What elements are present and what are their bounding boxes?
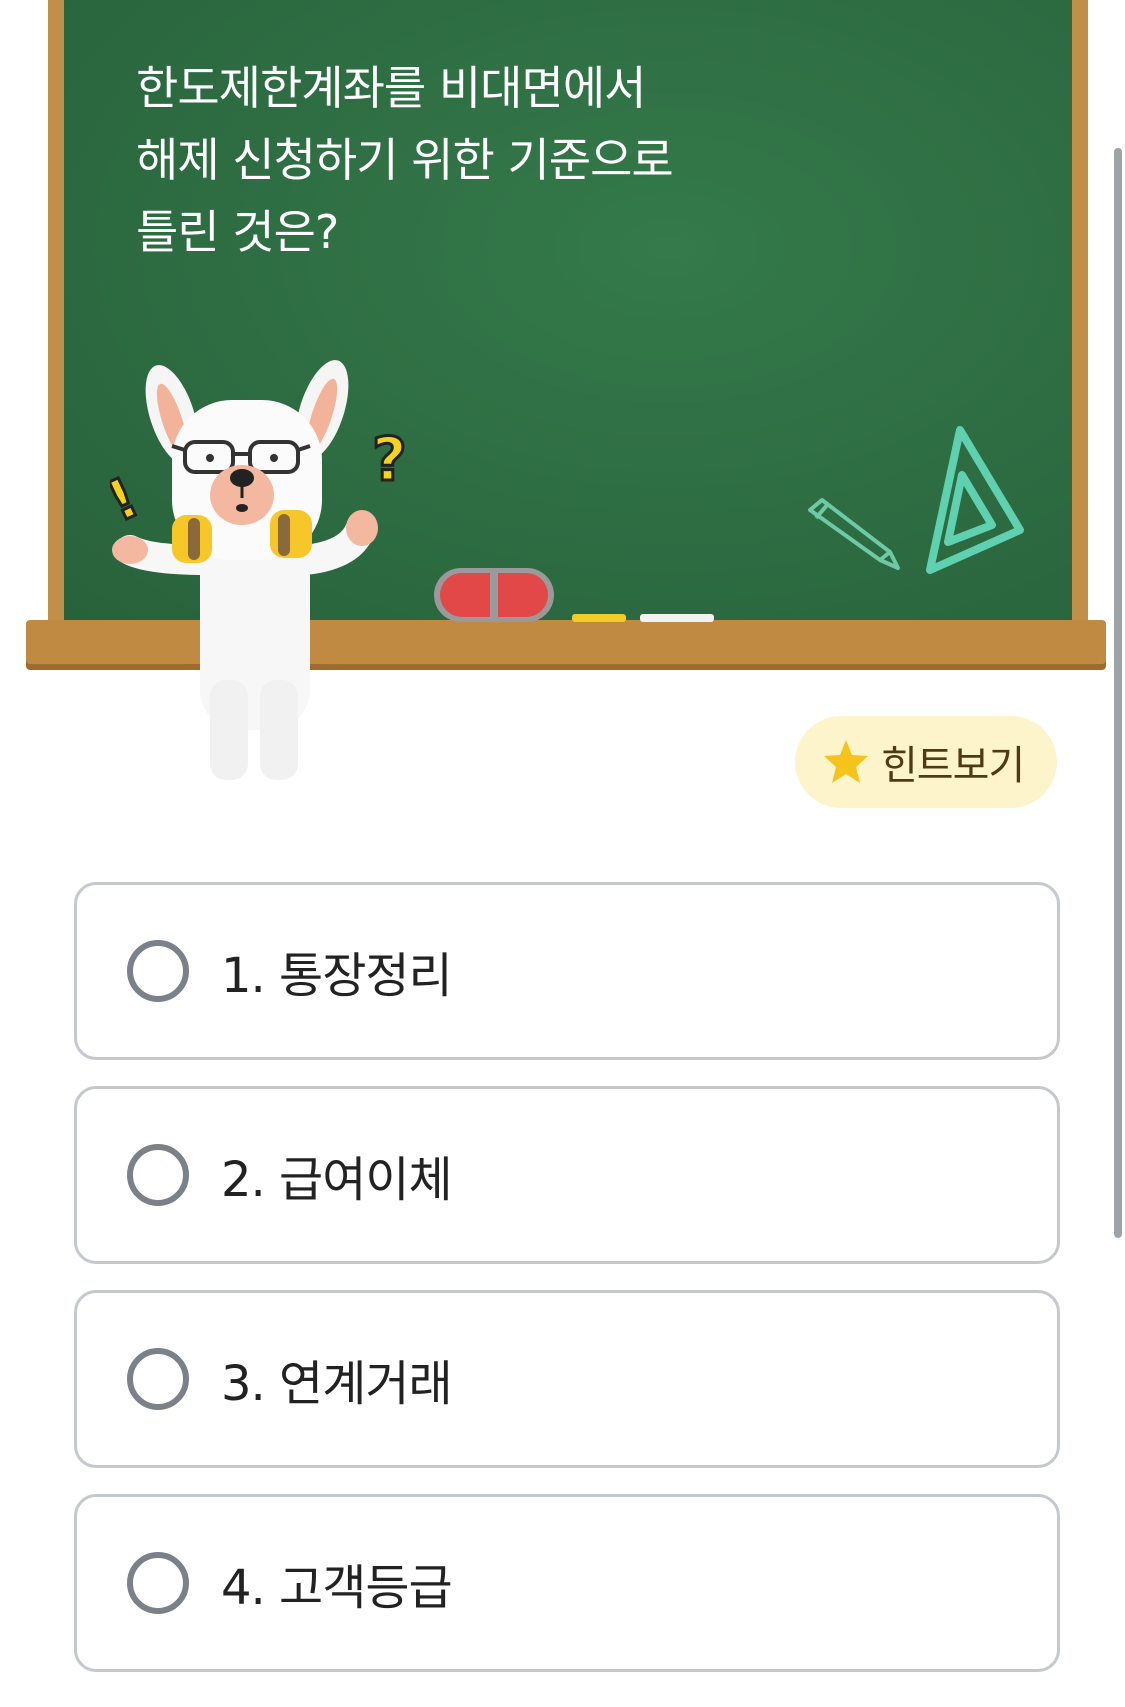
triangle-ruler-icon — [926, 426, 1024, 574]
hint-label: 힌트보기 — [881, 743, 1025, 789]
question-line-2: 해제 신청하기 위한 기준으로 — [136, 133, 674, 187]
star-icon — [824, 740, 868, 783]
white-chalk — [640, 614, 714, 622]
chalkboard-frame-left — [48, 0, 64, 640]
answer-option-2[interactable]: 2. 급여이체 — [74, 1086, 1060, 1264]
answer-option-label: 2. 급여이체 — [221, 1152, 453, 1208]
answer-option-4[interactable]: 4. 고객등급 — [74, 1494, 1060, 1672]
radio-button[interactable] — [127, 1144, 189, 1206]
question-line-1: 한도제한계좌를 비대면에서 — [136, 61, 646, 115]
question-text: 한도제한계좌를 비대면에서 해제 신청하기 위한 기준으로 틀린 것은? — [136, 52, 836, 268]
hint-button[interactable]: 힌트보기 — [795, 716, 1057, 808]
svg-text:?: ? — [372, 425, 407, 495]
scrollbar[interactable] — [1114, 148, 1122, 1238]
answer-option-1[interactable]: 1. 통장정리 — [74, 882, 1060, 1060]
radio-button[interactable] — [127, 1348, 189, 1410]
answer-option-3[interactable]: 3. 연계거래 — [74, 1290, 1060, 1468]
chalkboard-frame-right — [1072, 0, 1088, 640]
eraser-icon — [434, 568, 554, 622]
alpaca-mascot: ! ? — [110, 360, 408, 780]
answer-option-label: 4. 고객등급 — [221, 1560, 453, 1616]
radio-button[interactable] — [127, 1552, 189, 1614]
question-line-3: 틀린 것은? — [136, 205, 339, 259]
svg-text:!: ! — [110, 465, 148, 535]
radio-button[interactable] — [127, 940, 189, 1002]
answer-option-label: 3. 연계거래 — [221, 1356, 453, 1412]
pencil-icon — [808, 498, 900, 570]
yellow-chalk — [572, 614, 626, 622]
answer-option-label: 1. 통장정리 — [221, 948, 453, 1004]
